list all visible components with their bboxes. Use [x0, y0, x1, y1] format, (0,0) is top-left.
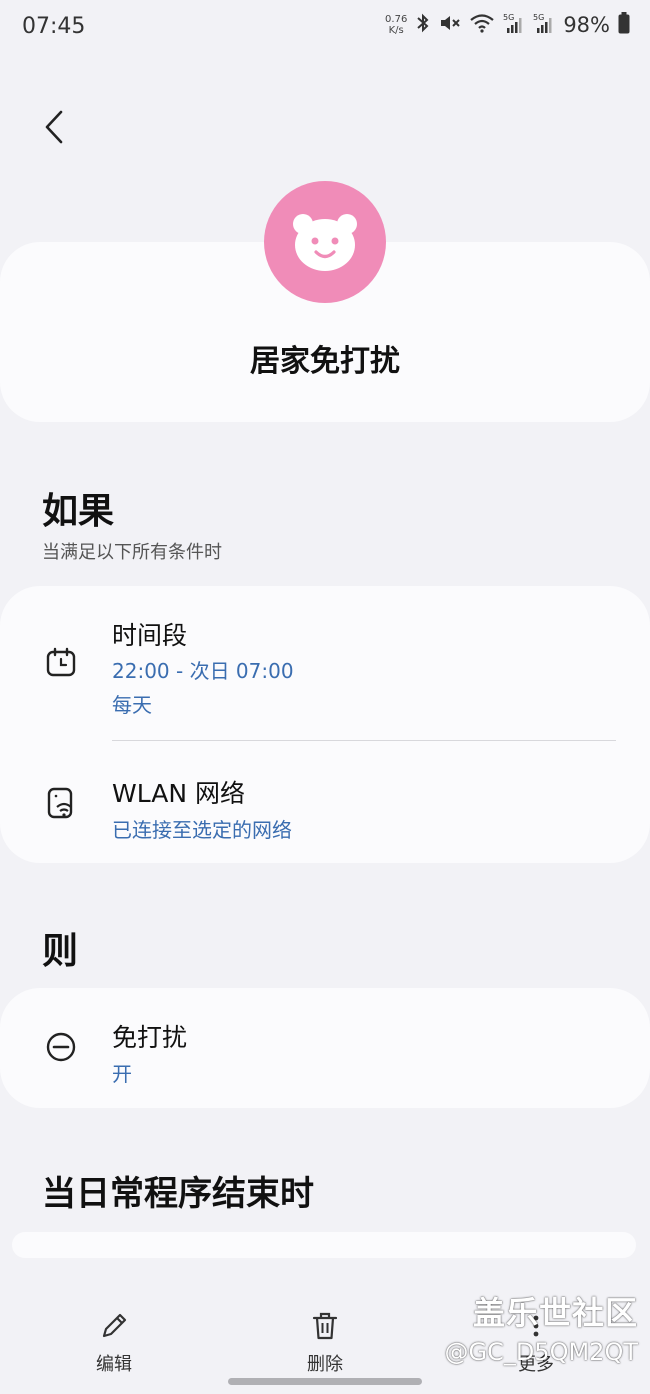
- mute-icon: [439, 13, 461, 37]
- calendar-icon: [44, 645, 78, 679]
- edit-label: 编辑: [96, 1354, 132, 1375]
- action-do-not-disturb[interactable]: [0, 988, 650, 1108]
- delete-label: 删除: [307, 1354, 343, 1375]
- status-icons: 0.76 K/s 5G 5G 98%: [385, 12, 630, 38]
- do-not-disturb-icon: [44, 1030, 78, 1064]
- bear-icon: [293, 214, 357, 271]
- if-section-title: 如果: [42, 491, 115, 532]
- condition-detail: 已连接至选定的网络: [112, 818, 292, 842]
- svg-text:5G: 5G: [533, 13, 544, 22]
- battery-percent: 98%: [563, 13, 610, 37]
- status-time: 07:45: [22, 14, 86, 39]
- home-indicator[interactable]: [228, 1378, 422, 1385]
- back-button[interactable]: [34, 104, 74, 150]
- condition-title: WLAN 网络: [112, 779, 245, 808]
- chevron-left-icon: [45, 110, 63, 144]
- end-actions-card: [12, 1232, 636, 1258]
- routine-title: 居家免打扰: [250, 344, 400, 379]
- pencil-icon: [102, 1313, 127, 1338]
- network-speed-unit: K/s: [388, 25, 404, 36]
- watermark-brand: 盖乐世社区: [472, 1294, 638, 1332]
- routine-avatar[interactable]: [264, 181, 386, 303]
- end-section-title: 当日常程序结束时: [42, 1174, 314, 1214]
- condition-detail: 22:00 - 次日 07:00: [112, 659, 294, 683]
- wifi-icon: [469, 13, 495, 37]
- condition-time-period[interactable]: [0, 600, 650, 732]
- network-speed: 0.76 K/s: [385, 14, 407, 36]
- signal-5g-icon: 5G: [533, 12, 555, 38]
- action-detail: 开: [112, 1062, 132, 1086]
- network-speed-value: 0.76: [385, 14, 408, 25]
- bluetooth-icon: [415, 13, 431, 37]
- action-title: 免打扰: [112, 1023, 188, 1052]
- watermark: 盖乐世社区 @GC_D5QM2QT: [444, 1288, 638, 1366]
- then-section-title: 则: [42, 931, 79, 972]
- delete-button[interactable]: 删除: [285, 1310, 365, 1376]
- divider: [112, 740, 616, 741]
- condition-detail-repeat: 每天: [112, 693, 152, 717]
- condition-wlan[interactable]: [0, 750, 650, 854]
- signal-5g-icon: 5G: [503, 12, 525, 38]
- edit-button[interactable]: 编辑: [74, 1310, 154, 1376]
- wifi-phone-icon: [44, 786, 78, 820]
- battery-icon: [618, 12, 630, 38]
- svg-text:5G: 5G: [503, 13, 514, 22]
- trash-icon: [312, 1312, 338, 1340]
- if-section-subtitle: 当满足以下所有条件时: [42, 542, 222, 563]
- watermark-user: @GC_D5QM2QT: [444, 1338, 638, 1366]
- condition-title: 时间段: [112, 621, 188, 650]
